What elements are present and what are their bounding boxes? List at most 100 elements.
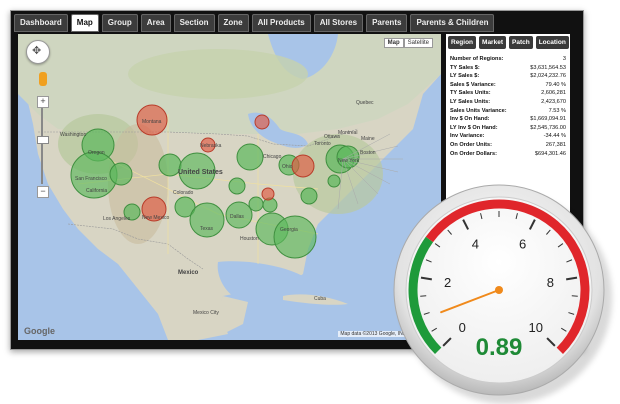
label-mexico-city: Mexico City bbox=[193, 310, 219, 316]
stat-label: LY Sales $: bbox=[450, 73, 479, 82]
zoom-slider-handle[interactable] bbox=[37, 136, 49, 144]
stat-label: TY Sales $: bbox=[450, 65, 480, 74]
label-georgia: Georgia bbox=[280, 227, 298, 233]
stat-label: Number of Regions: bbox=[450, 56, 503, 65]
stat-label: Sales Units Variance: bbox=[450, 108, 507, 117]
label-maine: Maine bbox=[361, 136, 375, 142]
stat-label: LY Sales Units: bbox=[450, 99, 490, 108]
bubble-iowa bbox=[237, 144, 263, 170]
stat-value: $1,669,094.91 bbox=[530, 116, 566, 125]
tab-parents-children[interactable]: Parents & Children bbox=[410, 14, 494, 32]
gauge-tick-label: 8 bbox=[547, 275, 554, 290]
stat-value: 3 bbox=[563, 56, 566, 65]
label-nebraska: Nebraska bbox=[200, 143, 222, 149]
label-mexico: Mexico bbox=[178, 270, 199, 276]
stat-row: LY Sales $: $2,024,232.76 bbox=[450, 73, 566, 82]
stat-row: Sales Units Variance: 7.53 % bbox=[450, 108, 566, 117]
map-type-map-button[interactable]: Map bbox=[384, 38, 404, 48]
tab-parents[interactable]: Parents bbox=[366, 14, 407, 32]
label-dallas: Dallas bbox=[230, 214, 244, 220]
bubble-nevada bbox=[110, 163, 132, 185]
label-toronto: Toronto bbox=[314, 141, 331, 147]
tab-all-stores[interactable]: All Stores bbox=[314, 14, 363, 32]
google-logo: Google bbox=[24, 326, 55, 336]
stat-value: $2,024,232.76 bbox=[530, 73, 566, 82]
label-montreal: Montreal bbox=[338, 130, 357, 136]
stat-row: TY Sales $:$3,631,564.53 bbox=[450, 65, 566, 74]
stat-row: LY Sales Units:2,423,670 bbox=[450, 99, 566, 108]
map-view[interactable]: Montana Nebraska United States Colorado … bbox=[18, 34, 441, 340]
stat-label: On Order Units: bbox=[450, 142, 492, 151]
stat-label: LY Inv $ On Hand: bbox=[450, 125, 498, 134]
label-montana: Montana bbox=[142, 119, 162, 125]
stat-row: Sales $ Variance: 79.40 % bbox=[450, 82, 566, 91]
stat-row: On Order Units:267,381 bbox=[450, 142, 566, 151]
gauge-value: 0.89 bbox=[476, 334, 523, 361]
region-button[interactable]: Region bbox=[448, 36, 476, 49]
bubble-virginia bbox=[301, 188, 317, 204]
tab-bar: Dashboard Map Group Area Section Zone Al… bbox=[14, 14, 497, 32]
zoom-out-button[interactable]: − bbox=[37, 186, 49, 198]
label-quebec: Quebec bbox=[356, 100, 374, 106]
tab-all-products[interactable]: All Products bbox=[252, 14, 311, 32]
stat-label: On Order Dollars: bbox=[450, 151, 497, 160]
pan-control[interactable]: ✥ bbox=[26, 40, 50, 64]
location-button[interactable]: Location bbox=[536, 36, 569, 49]
gauge-tick-label: 10 bbox=[529, 320, 543, 335]
stat-row: LY Inv $ On Hand: $2,545,736.00 bbox=[450, 125, 566, 134]
label-washington: Washington bbox=[60, 132, 86, 138]
gauge-widget: 0246810 0.89 bbox=[392, 183, 606, 397]
stats-list: Number of Regions: 3 TY Sales $:$3,631,56… bbox=[450, 56, 566, 159]
map-type-control: Map Satellite bbox=[384, 38, 433, 48]
stat-value: $694,301.46 bbox=[535, 151, 566, 160]
tab-zone[interactable]: Zone bbox=[218, 14, 249, 32]
stat-label: TY Sales Units: bbox=[450, 90, 491, 99]
stat-label: Inv Variance: bbox=[450, 133, 485, 142]
map-type-satellite-button[interactable]: Satellite bbox=[404, 38, 433, 48]
label-colorado: Colorado bbox=[173, 190, 194, 196]
stat-label: Inv $ On Hand: bbox=[450, 116, 489, 125]
bubble-ohio-red bbox=[292, 155, 314, 177]
patch-button[interactable]: Patch bbox=[509, 36, 533, 49]
bubble-east bbox=[328, 175, 340, 187]
stat-value: -34.44 % bbox=[544, 133, 566, 142]
gauge-tick-label: 2 bbox=[444, 275, 451, 290]
street-view-pegman-icon[interactable] bbox=[39, 72, 47, 86]
label-new-mexico: New Mexico bbox=[142, 215, 169, 221]
stat-value: 2,606,281 bbox=[541, 90, 566, 99]
map-canvas: Montana Nebraska United States Colorado … bbox=[18, 34, 441, 340]
label-los-angeles: Los Angeles bbox=[103, 216, 131, 222]
label-texas: Texas bbox=[200, 226, 214, 232]
stat-row: Number of Regions: 3 bbox=[450, 56, 566, 65]
market-button[interactable]: Market bbox=[479, 36, 506, 49]
forest-north bbox=[128, 49, 308, 99]
gauge-dial: 0246810 0.89 bbox=[392, 183, 606, 397]
label-new-york: New York bbox=[338, 158, 360, 164]
tab-map[interactable]: Map bbox=[71, 14, 99, 32]
level-buttons: Region Market Patch Location bbox=[448, 36, 572, 49]
stat-row: Inv Variance: -34.44 % bbox=[450, 133, 566, 142]
label-houston: Houston bbox=[240, 236, 259, 242]
stat-label: Sales $ Variance: bbox=[450, 82, 496, 91]
zoom-in-button[interactable]: + bbox=[37, 96, 49, 108]
stat-value: 79.40 % bbox=[545, 82, 566, 91]
bubble-minnesota bbox=[255, 115, 269, 129]
label-san-francisco: San Francisco bbox=[75, 176, 107, 182]
tab-group[interactable]: Group bbox=[102, 14, 138, 32]
tab-area[interactable]: Area bbox=[141, 14, 171, 32]
bubble-alabama bbox=[249, 197, 263, 211]
tab-dashboard[interactable]: Dashboard bbox=[14, 14, 68, 32]
label-ohio: Ohio bbox=[282, 164, 293, 170]
stat-value: 7.53 % bbox=[549, 108, 566, 117]
stat-value: $2,545,736.00 bbox=[530, 125, 566, 134]
bubble-maine bbox=[337, 146, 359, 168]
stat-row: TY Sales Units: 2,606,281 bbox=[450, 90, 566, 99]
bubble-arkansas bbox=[229, 178, 245, 194]
pan-arrows-icon: ✥ bbox=[32, 44, 41, 57]
zoom-slider-track[interactable] bbox=[41, 108, 43, 184]
tab-section[interactable]: Section bbox=[174, 14, 215, 32]
label-california: California bbox=[86, 188, 107, 194]
bubble-wisconsin bbox=[262, 188, 274, 200]
gauge-tick-label: 4 bbox=[472, 237, 479, 252]
stat-row: On Order Dollars: $694,301.46 bbox=[450, 151, 566, 160]
